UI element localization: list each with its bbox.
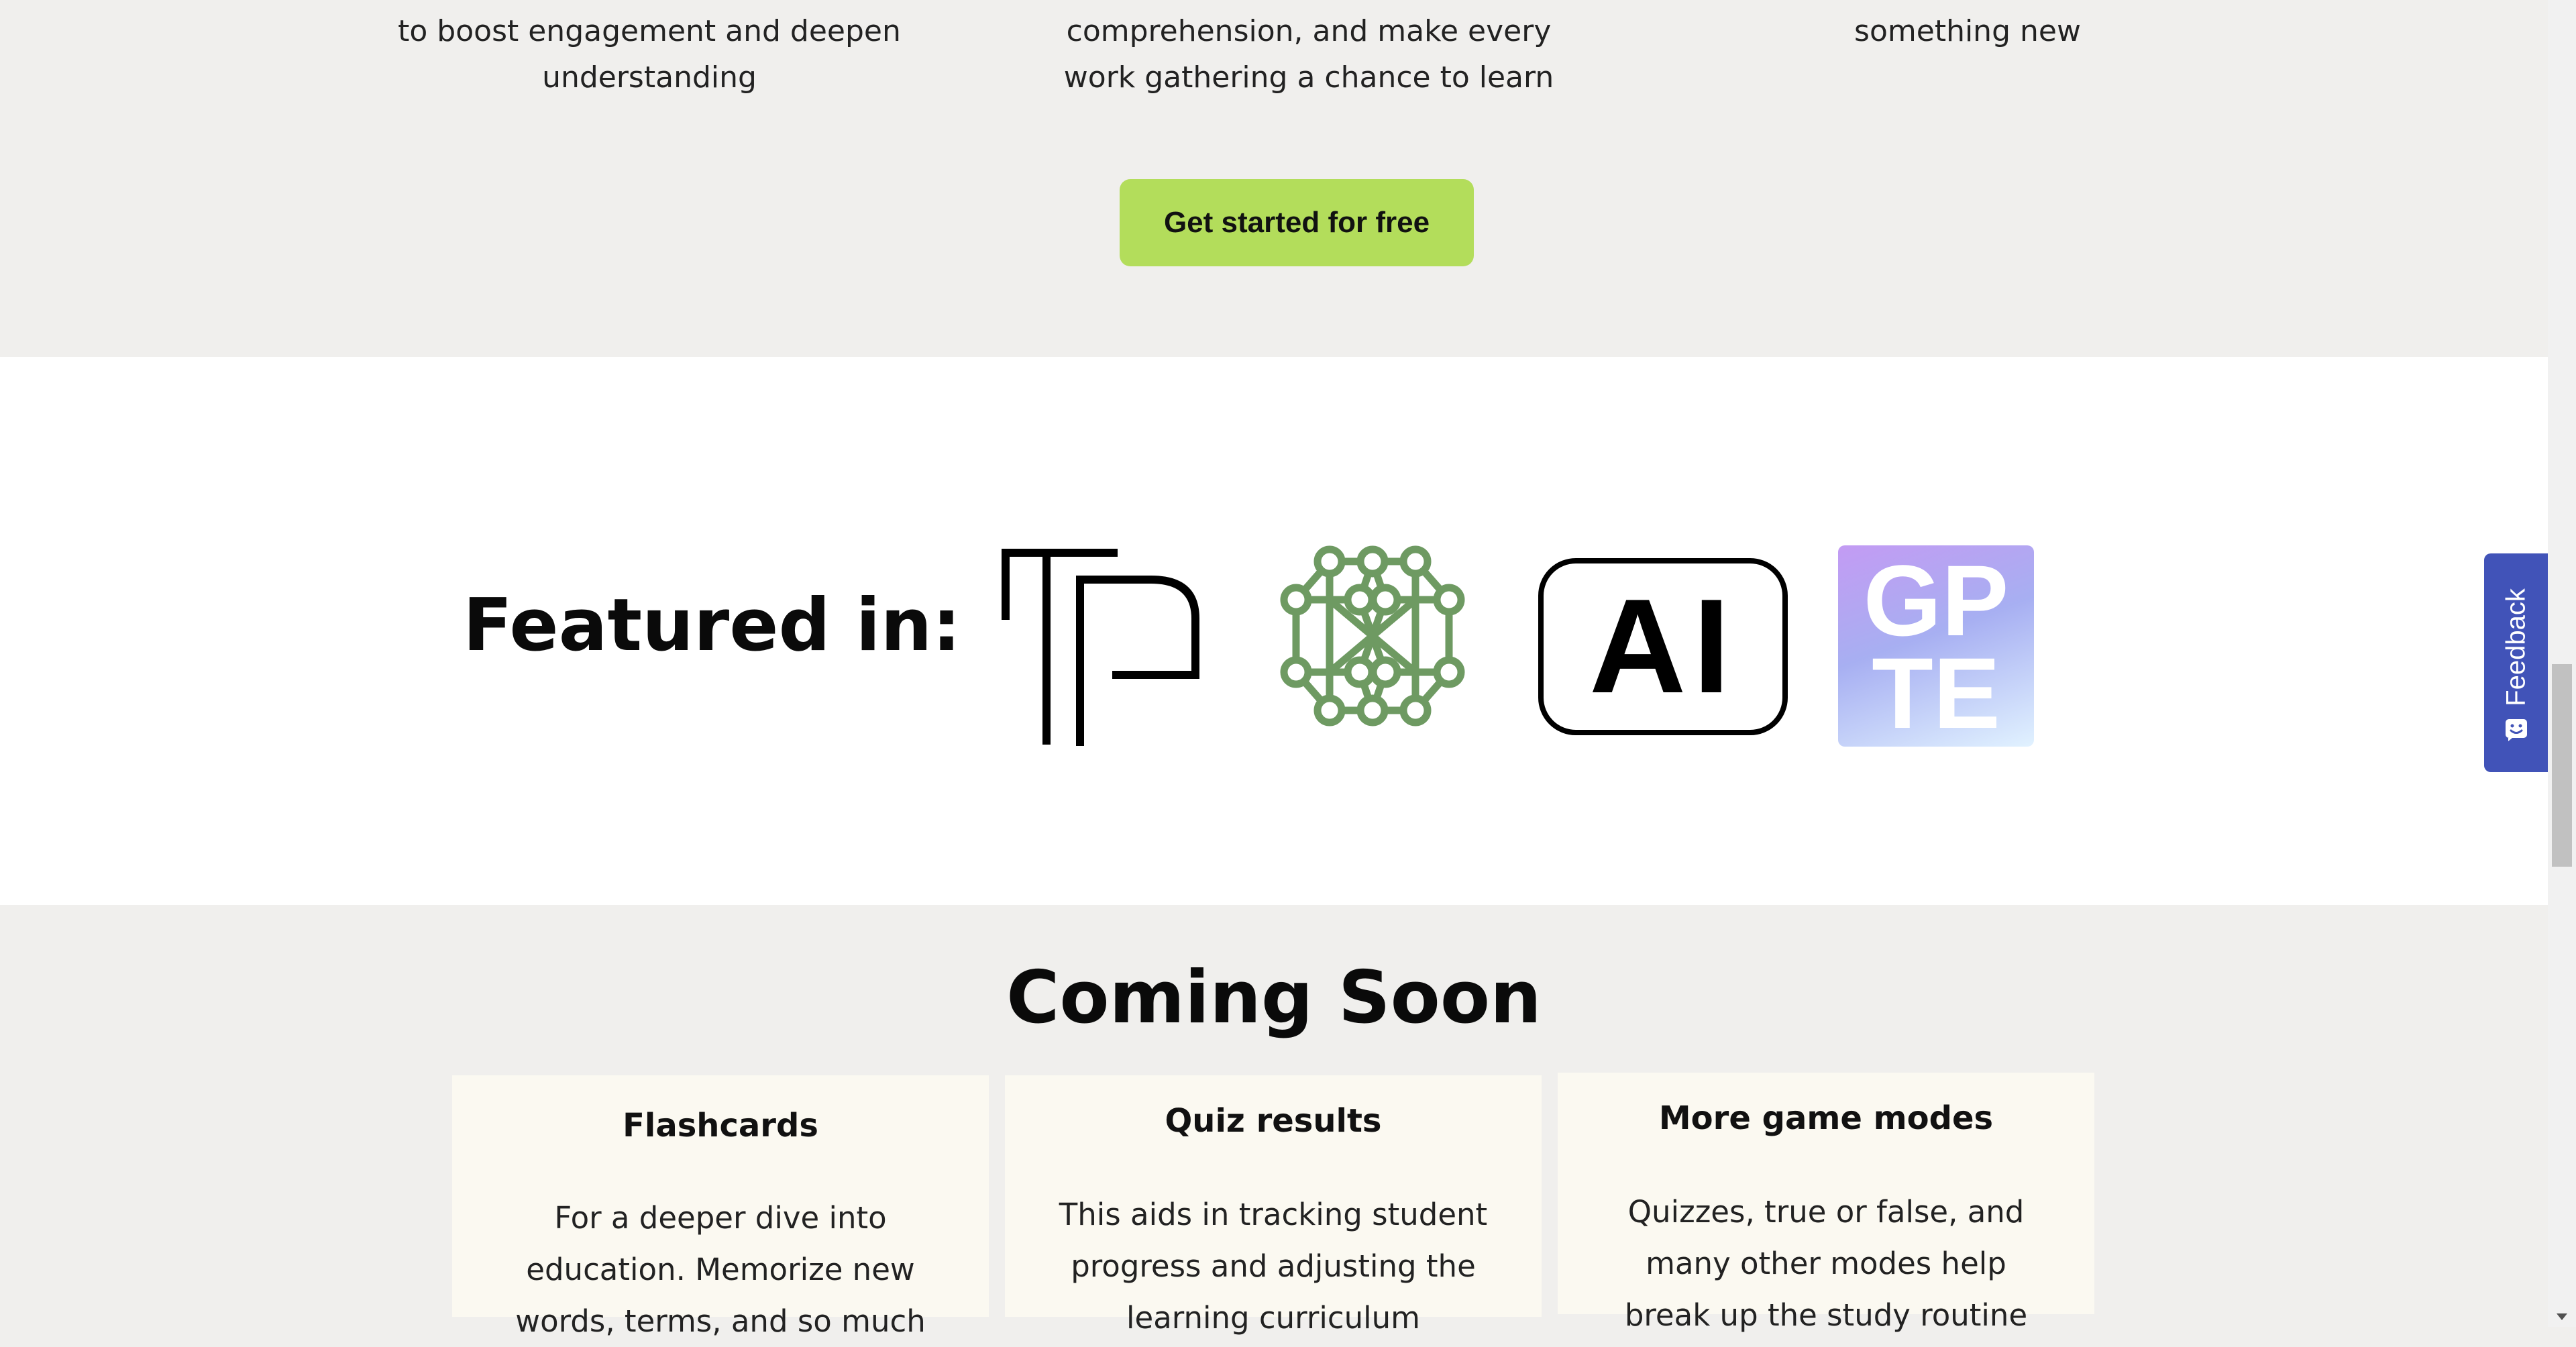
- card-line: words, terms, and so much: [515, 1303, 926, 1339]
- coming-soon-title: Coming Soon: [1006, 956, 1542, 1040]
- card-title: More game modes: [1658, 1099, 1994, 1137]
- feature-text-3: something new: [1699, 8, 2236, 54]
- get-started-button[interactable]: Get started for free: [1120, 179, 1474, 266]
- card-quiz-results: Quiz results This aids in tracking stude…: [1005, 1075, 1542, 1336]
- feedback-tab[interactable]: Feedback: [2484, 553, 2548, 772]
- ai-logo-icon: AI: [1538, 558, 1788, 735]
- ai-logo-text: AI: [1589, 572, 1737, 721]
- card-more-game-modes: More game modes Quizzes, true or false, …: [1558, 1073, 2094, 1333]
- feature-line: understanding: [542, 60, 757, 95]
- card-flashcards: Flashcards For a deeper dive into educat…: [452, 1075, 989, 1339]
- feature-line: to boost engagement and deepen: [398, 14, 901, 48]
- card-line: many other modes help: [1646, 1246, 2006, 1281]
- neural-network-logo-icon: [1279, 545, 1466, 730]
- featured-title: Featured in:: [463, 584, 961, 667]
- smile-chat-icon: [2504, 718, 2528, 745]
- page-scrollbar[interactable]: [2548, 0, 2576, 1327]
- tp-logo-icon: [998, 545, 1203, 751]
- gpte-logo-text-top: GP: [1863, 545, 2009, 657]
- feature-text-2: comprehension, and make every work gathe…: [1040, 8, 1577, 101]
- card-line: For a deeper dive into: [554, 1200, 887, 1236]
- scroll-down-arrow-icon[interactable]: [2548, 1307, 2576, 1327]
- card-line: This aids in tracking student: [1059, 1197, 1488, 1232]
- feature-line: something new: [1854, 14, 2081, 48]
- card-line: learning curriculum: [1126, 1300, 1420, 1336]
- card-line: break up the study routine: [1624, 1297, 2028, 1333]
- gpte-logo-text-bottom: TE: [1872, 637, 2000, 747]
- feature-text-1: to boost engagement and deepen understan…: [381, 8, 918, 101]
- card-body: This aids in tracking student progress a…: [1005, 1189, 1542, 1344]
- card-body: Quizzes, true or false, and many other m…: [1558, 1186, 2094, 1341]
- feature-line: comprehension, and make every: [1066, 14, 1552, 48]
- card-line: progress and adjusting the: [1071, 1248, 1476, 1284]
- card-title: Quiz results: [1165, 1102, 1382, 1140]
- feedback-label: Feedback: [2501, 588, 2530, 706]
- featured-section: [0, 357, 2548, 905]
- card-line: Quizzes, true or false, and: [1627, 1194, 2025, 1230]
- card-line: education. Memorize new: [526, 1252, 915, 1287]
- card-body: For a deeper dive into education. Memori…: [452, 1192, 989, 1347]
- gpte-logo-icon: GP TE: [1838, 545, 2034, 747]
- feature-line: work gathering a chance to learn: [1063, 60, 1554, 95]
- scrollbar-thumb[interactable]: [2552, 664, 2572, 867]
- card-title: Flashcards: [623, 1107, 818, 1144]
